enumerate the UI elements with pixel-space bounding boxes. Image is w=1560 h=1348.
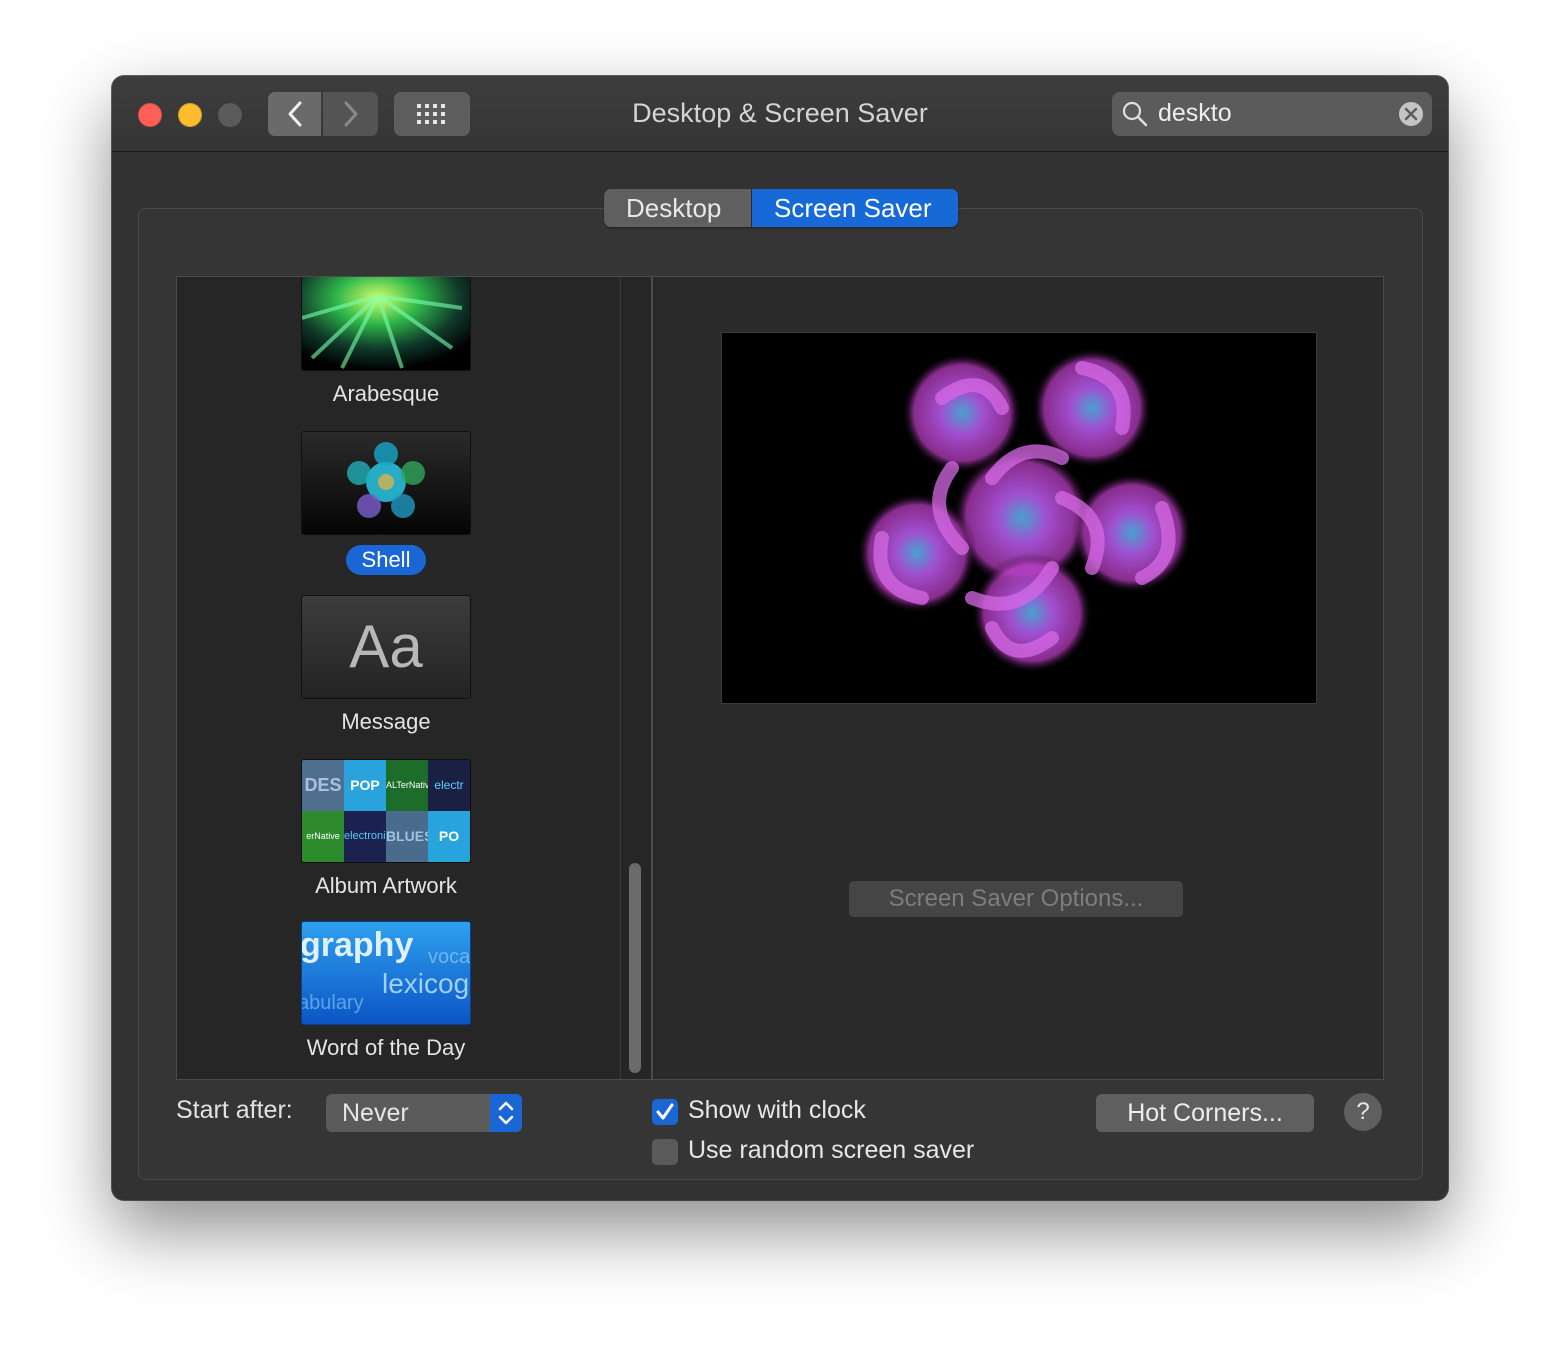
saver-label: Word of the Day — [306, 1035, 466, 1060]
search-input[interactable]: deskto — [1158, 99, 1232, 128]
tab-screen-saver[interactable]: Screen Saver — [752, 189, 958, 227]
album-artwork-thumbnail: DES POP ALTerNative electr erNative elec… — [301, 759, 471, 863]
random-screen-saver-checkbox[interactable] — [652, 1139, 678, 1165]
list-item-message[interactable]: Aa Message — [301, 595, 471, 735]
screen-saver-list[interactable]: Arabesque Shell Aa Message DES POP ALTer… — [176, 276, 652, 1080]
tab-control: Desktop Screen Saver — [604, 189, 958, 227]
close-window-button[interactable] — [138, 103, 162, 127]
minimize-window-button[interactable] — [178, 103, 202, 127]
stepper-arrows-icon — [490, 1094, 522, 1132]
help-button[interactable]: ? — [1344, 1093, 1382, 1131]
zoom-window-button[interactable] — [218, 103, 242, 127]
message-thumbnail: Aa — [301, 595, 471, 699]
word-of-the-day-thumbnail: graphy voca lexicog abulary — [301, 921, 471, 1025]
message-thumb-text: Aa — [349, 613, 423, 680]
shell-preview-art — [857, 348, 1192, 673]
hot-corners-button[interactable]: Hot Corners... — [1096, 1094, 1314, 1132]
arabesque-thumbnail — [301, 277, 471, 371]
start-after-label: Start after: — [176, 1096, 293, 1124]
saver-label: Message — [341, 709, 431, 734]
start-after-select[interactable]: Never — [326, 1094, 522, 1132]
start-after-value: Never — [342, 1099, 409, 1127]
saver-label: Arabesque — [332, 381, 440, 406]
random-screen-saver-label[interactable]: Use random screen saver — [688, 1136, 974, 1165]
list-item-arabesque[interactable]: Arabesque — [301, 277, 471, 407]
list-item-shell[interactable]: Shell — [301, 431, 471, 575]
preview-area: Screen Saver Options... — [652, 276, 1384, 1080]
title-bar: Desktop & Screen Saver deskto — [112, 76, 1448, 152]
show-with-clock-label[interactable]: Show with clock — [688, 1096, 866, 1125]
show-all-button[interactable] — [394, 92, 470, 136]
shell-thumbnail — [301, 431, 471, 535]
list-divider — [620, 277, 621, 1079]
window-title: Desktop & Screen Saver — [632, 98, 928, 128]
tab-desktop[interactable]: Desktop — [604, 189, 752, 227]
search-icon — [1122, 101, 1148, 127]
chevron-left-icon — [288, 101, 301, 127]
checkmark-icon — [656, 1103, 674, 1120]
preferences-window: Desktop & Screen Saver deskto Desktop Sc… — [112, 76, 1448, 1200]
show-with-clock-checkbox[interactable] — [652, 1099, 678, 1125]
back-button[interactable] — [268, 92, 321, 136]
grid-icon — [417, 104, 445, 124]
search-field[interactable]: deskto — [1112, 92, 1432, 136]
forward-button[interactable] — [323, 92, 378, 136]
list-scrollbar[interactable] — [629, 863, 641, 1073]
saver-label: Album Artwork — [315, 873, 457, 898]
list-item-word-of-the-day[interactable]: graphy voca lexicog abulary Word of the … — [301, 921, 471, 1061]
screen-saver-options-button[interactable]: Screen Saver Options... — [849, 881, 1183, 917]
screen-saver-preview — [721, 332, 1317, 704]
list-item-album-artwork[interactable]: DES POP ALTerNative electr erNative elec… — [301, 759, 471, 899]
saver-label: Shell — [345, 545, 427, 575]
chevron-right-icon — [344, 101, 357, 127]
clear-search-icon[interactable] — [1398, 101, 1424, 127]
